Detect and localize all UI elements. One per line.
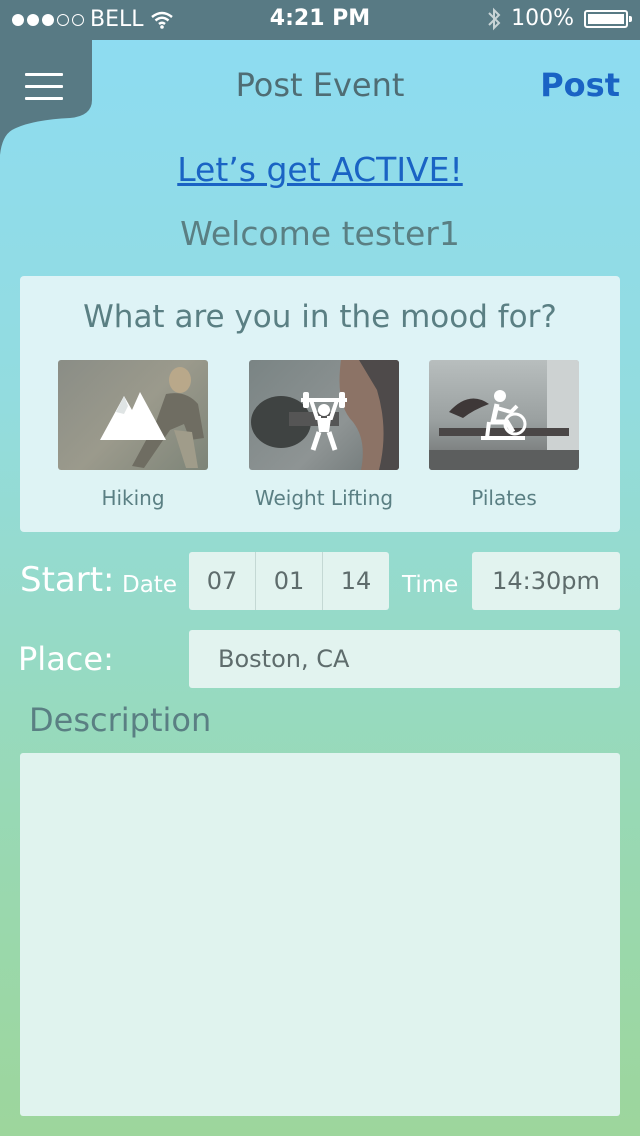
description-textarea[interactable] bbox=[20, 753, 620, 1116]
mountain-icon bbox=[100, 392, 166, 440]
mood-card: What are you in the mood for? Hiking Wei… bbox=[20, 276, 620, 532]
place-label: Place: bbox=[18, 640, 114, 678]
mood-title: What are you in the mood for? bbox=[83, 299, 557, 335]
activity-label: Pilates bbox=[471, 486, 537, 510]
activity-weight-lifting[interactable]: Weight Lifting bbox=[234, 360, 414, 510]
year-field[interactable]: 14 bbox=[323, 552, 389, 610]
weightlifter-icon bbox=[301, 392, 347, 451]
lets-get-active-link[interactable]: Let’s get ACTIVE! bbox=[0, 150, 640, 189]
post-button[interactable]: Post bbox=[540, 66, 620, 104]
bluetooth-icon bbox=[488, 7, 501, 30]
time-field[interactable]: 14:30pm bbox=[472, 552, 620, 610]
activity-label: Hiking bbox=[101, 486, 165, 510]
day-field[interactable]: 01 bbox=[256, 552, 323, 610]
battery-icon bbox=[584, 9, 632, 28]
hiking-thumbnail[interactable] bbox=[58, 360, 208, 470]
weight-lifting-thumbnail[interactable] bbox=[249, 360, 399, 470]
status-right: 100% bbox=[487, 6, 632, 31]
pilates-thumbnail[interactable] bbox=[429, 360, 579, 470]
status-bar: BELL 4:21 PM 100% bbox=[0, 0, 640, 40]
date-label: Date bbox=[122, 572, 177, 598]
battery-percent: 100% bbox=[511, 6, 574, 31]
activity-pilates[interactable]: Pilates bbox=[414, 360, 594, 510]
description-label: Description bbox=[29, 701, 212, 739]
place-input[interactable]: Boston, CA bbox=[189, 630, 620, 688]
time-label: Time bbox=[402, 572, 459, 598]
start-label: Start: bbox=[20, 560, 115, 600]
exercise-bike-icon bbox=[481, 390, 527, 440]
activity-label: Weight Lifting bbox=[254, 486, 394, 510]
welcome-message: Welcome tester1 bbox=[180, 214, 460, 253]
month-field[interactable]: 07 bbox=[189, 552, 256, 610]
activity-hiking[interactable]: Hiking bbox=[43, 360, 223, 510]
date-picker[interactable]: 07 01 14 bbox=[189, 552, 389, 610]
